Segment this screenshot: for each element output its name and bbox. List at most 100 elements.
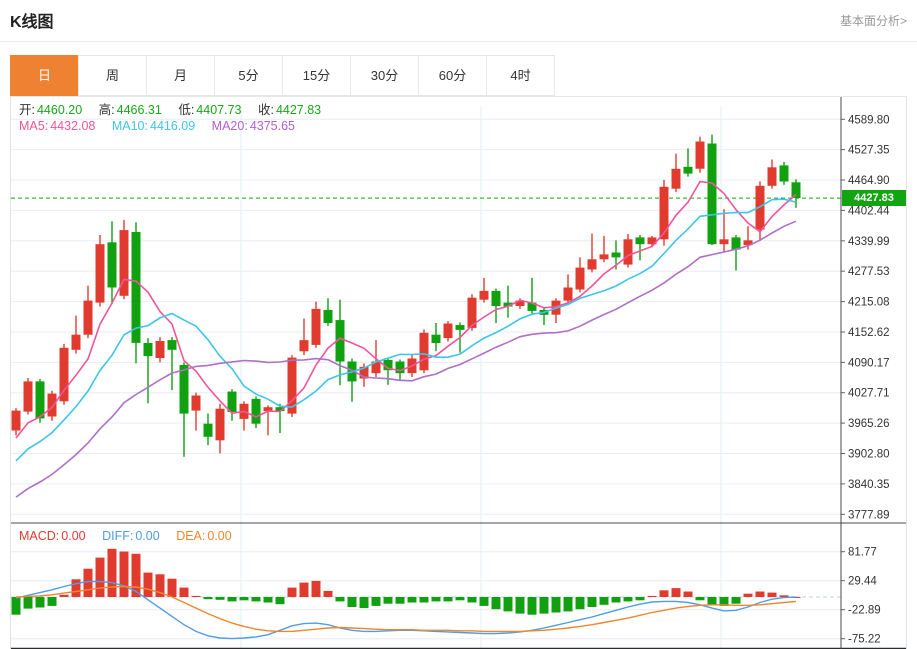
candle-body bbox=[491, 290, 501, 306]
candle-body bbox=[419, 332, 429, 371]
macd-bar bbox=[347, 597, 357, 607]
candle-body bbox=[395, 361, 405, 374]
macd-bar bbox=[551, 597, 561, 613]
tab-5min[interactable]: 5分 bbox=[214, 55, 283, 96]
candle-body bbox=[215, 408, 225, 441]
macd-bar bbox=[587, 597, 597, 607]
tab-week[interactable]: 周 bbox=[78, 55, 147, 96]
macd-bar bbox=[707, 597, 717, 605]
macd-bar bbox=[119, 551, 129, 597]
macd-bar bbox=[215, 597, 225, 600]
candle-body bbox=[719, 239, 729, 245]
candle-body bbox=[623, 239, 633, 265]
macd-bar bbox=[407, 597, 417, 603]
macd-bar bbox=[575, 597, 585, 610]
candle-body bbox=[155, 341, 165, 358]
y-axis-label: 3777.89 bbox=[848, 509, 890, 521]
tab-30min[interactable]: 30分 bbox=[350, 55, 419, 96]
ma10-value: MA10: 4416.09 bbox=[111, 119, 196, 133]
macd-bar bbox=[179, 587, 189, 597]
y-axis-label: 4152.62 bbox=[848, 327, 890, 339]
macd-bar bbox=[323, 590, 333, 597]
macd-bar bbox=[431, 597, 441, 602]
candle-body bbox=[131, 232, 141, 343]
candle-body bbox=[203, 423, 213, 437]
candle-body bbox=[443, 323, 453, 339]
macd-axis-label: 29.44 bbox=[848, 576, 877, 588]
candle-body bbox=[59, 347, 69, 402]
macd-bar bbox=[443, 597, 453, 602]
macd-bar bbox=[419, 597, 429, 603]
timeframe-tabs: 日 周 月 5分 15分 30分 60分 4时 bbox=[10, 55, 907, 96]
candle-body bbox=[575, 267, 585, 290]
close-value: 收: 4427.83 bbox=[257, 103, 322, 117]
tab-day[interactable]: 日 bbox=[10, 55, 79, 96]
tab-4hour[interactable]: 4时 bbox=[486, 55, 555, 96]
macd-bar bbox=[383, 597, 393, 604]
macd-bar bbox=[671, 588, 681, 597]
candle-body bbox=[23, 381, 33, 412]
macd-bar bbox=[167, 578, 177, 597]
macd-bar bbox=[599, 597, 609, 605]
macd-bar bbox=[647, 595, 657, 597]
macd-bar bbox=[539, 597, 549, 614]
fundamental-analysis-link[interactable]: 基本面分析> bbox=[840, 12, 907, 29]
open-value: 开: 4460.20 bbox=[19, 103, 83, 117]
macd-bar bbox=[263, 597, 273, 603]
candle-body bbox=[563, 287, 573, 301]
macd-bar bbox=[287, 587, 297, 597]
y-axis-label: 4277.53 bbox=[848, 266, 890, 278]
candle-body bbox=[83, 300, 93, 335]
macd-bar bbox=[479, 597, 489, 606]
candle-body bbox=[71, 334, 81, 350]
macd-bar bbox=[467, 597, 477, 603]
low-value: 低: 4407.73 bbox=[178, 103, 242, 117]
candle-body bbox=[455, 325, 465, 330]
candle-body bbox=[659, 186, 669, 240]
macd-bar bbox=[635, 597, 645, 601]
candle-body bbox=[683, 166, 693, 174]
candle-body bbox=[11, 410, 21, 431]
y-axis-label: 4464.90 bbox=[848, 175, 890, 187]
macd-axis-label: 81.77 bbox=[848, 547, 877, 559]
macd-bar bbox=[371, 597, 381, 606]
macd-bar bbox=[239, 597, 249, 601]
macd-bar bbox=[275, 597, 285, 605]
candle-body bbox=[767, 167, 777, 186]
macd-bar bbox=[491, 597, 501, 610]
kline-chart[interactable]: 4589.80 4527.35 4464.90 4402.44 4339.99 4277.… bbox=[11, 97, 906, 649]
macd-legend: MACD: 0.00 DIFF: 0.00 DEA: 0.00 bbox=[19, 529, 245, 543]
high-value: 高: 4466.31 bbox=[98, 103, 162, 117]
candle-body bbox=[431, 334, 441, 343]
macd-bar bbox=[83, 568, 93, 597]
tab-60min[interactable]: 60分 bbox=[418, 55, 487, 96]
macd-bar bbox=[755, 591, 765, 597]
macd-bar bbox=[311, 580, 321, 597]
macd-bar bbox=[59, 594, 69, 597]
candle-body bbox=[143, 343, 153, 357]
macd-bar bbox=[743, 593, 753, 597]
y-axis-label: 4027.71 bbox=[848, 388, 890, 400]
candle-body bbox=[695, 141, 705, 169]
macd-axis-label: -22.89 bbox=[848, 605, 881, 617]
y-axis-label: 4339.99 bbox=[848, 236, 890, 248]
macd-bar bbox=[95, 557, 105, 597]
macd-bar bbox=[359, 597, 369, 609]
chart-container: 4589.80 4527.35 4464.90 4402.44 4339.99 4277.… bbox=[10, 96, 907, 649]
y-axis-label: 3840.35 bbox=[848, 479, 890, 491]
tab-15min[interactable]: 15分 bbox=[282, 55, 351, 96]
ohlc-legend: 开: 4460.20 高: 4466.31 低: 4407.73 收: 4427.83 bbox=[19, 103, 334, 117]
macd-bar bbox=[563, 597, 573, 612]
tab-month[interactable]: 月 bbox=[146, 55, 215, 96]
candle-body bbox=[167, 340, 177, 350]
candle-body bbox=[779, 165, 789, 182]
macd-bar bbox=[731, 597, 741, 604]
macd-bar bbox=[251, 597, 261, 602]
macd-bar bbox=[107, 548, 117, 597]
macd-bar bbox=[455, 597, 465, 601]
macd-bar bbox=[767, 592, 777, 597]
current-price-badge: 4427.83 bbox=[842, 190, 906, 206]
macd-bar bbox=[659, 590, 669, 597]
y-axis-label: 3965.26 bbox=[848, 418, 890, 430]
macd-bar bbox=[191, 595, 201, 597]
